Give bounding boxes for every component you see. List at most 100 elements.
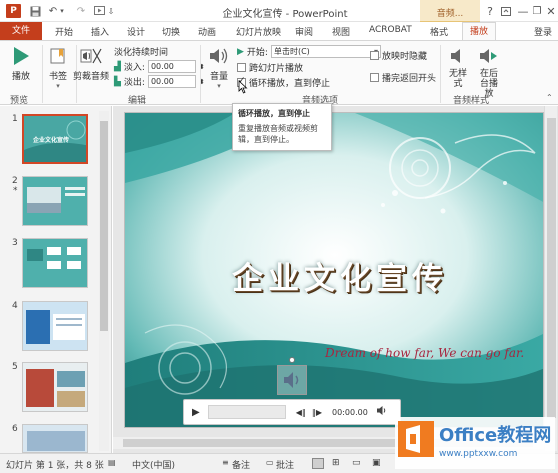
thumbnail-scrollbar[interactable]	[99, 111, 109, 451]
slide-thumbnail-pane: 1 企业文化宣传 2 * 3 4 5 6	[0, 106, 112, 453]
tab-slideshow[interactable]: 幻灯片放映	[236, 25, 281, 38]
slide-sorter-icon[interactable]: ⊞	[332, 458, 340, 468]
slide-thumbnail-3[interactable]	[22, 238, 88, 288]
seek-forward-icon[interactable]: ‖▶	[312, 408, 322, 417]
spelling-icon[interactable]: ▤	[108, 458, 116, 467]
reading-view-icon[interactable]: ▭	[352, 458, 361, 468]
ribbon-options-icon[interactable]	[498, 3, 514, 19]
ribbon-playback: 播放 预览 书签 ▾ 剪裁音频 淡化持续时间 ▟ 淡入: 00.00 ⬍ ▙ 淡…	[0, 40, 558, 127]
play-button[interactable]: 播放	[6, 45, 36, 82]
audio-tools-context-group: 音频...	[420, 0, 480, 22]
slide-number: 4	[12, 301, 18, 311]
slide-number: 5	[12, 362, 18, 372]
media-progress-track[interactable]	[207, 405, 286, 419]
audio-object[interactable]	[277, 357, 307, 395]
slide-thumbnail-2[interactable]	[22, 176, 88, 226]
tab-design[interactable]: 设计	[127, 25, 145, 38]
watermark-name: Office教程网	[439, 425, 552, 446]
play-across-slides-option[interactable]: 跨幻灯片播放	[237, 61, 303, 74]
slide-thumbnail-art	[23, 177, 87, 225]
trim-audio-button[interactable]: 剪裁音频	[72, 45, 110, 82]
play-in-background-button[interactable]: 在后台播放	[474, 45, 504, 99]
group-label-preview: 预览	[10, 96, 29, 106]
hide-during-show-checkbox[interactable]	[370, 51, 379, 60]
volume-icon	[208, 45, 230, 67]
slide-count: 幻灯片 第 1 张，共 8 张	[6, 461, 104, 471]
tab-playback[interactable]: 播放	[462, 22, 497, 41]
chevron-down-icon: ▾	[56, 82, 60, 90]
start-row: ▶ 开始: 单击时(C)	[237, 45, 381, 58]
sign-in-link[interactable]: 登录	[534, 25, 552, 38]
no-style-button[interactable]: 无样式	[443, 45, 473, 89]
slideshow-view-icon[interactable]: ▣	[372, 458, 381, 468]
chevron-down-icon: ▾	[217, 82, 221, 90]
help-button[interactable]: ?	[482, 3, 498, 19]
ribbon-tabs: 文件 开始 插入 设计 切换 动画 幻灯片放映 审阅 视图 ACROBAT 格式…	[0, 22, 558, 41]
tooltip: 循环播放，直到停止 重复播放音频或视频剪辑，直到停止。	[232, 103, 332, 151]
notes-button[interactable]: 备注	[232, 458, 250, 471]
slide-number: 3	[12, 238, 18, 248]
tab-insert[interactable]: 插入	[91, 25, 109, 38]
rewind-after-playing-checkbox[interactable]	[370, 73, 379, 82]
start-select[interactable]: 单击时(C)	[270, 45, 381, 58]
fade-in-input[interactable]: 00.00	[147, 60, 196, 73]
tab-review[interactable]: 审阅	[295, 25, 313, 38]
seek-back-icon[interactable]: ◀‖	[296, 408, 306, 417]
slide-thumbnail-6[interactable]	[22, 424, 88, 453]
slide-thumbnail-art	[23, 363, 87, 411]
bookmark-button[interactable]: 书签 ▾	[44, 45, 72, 90]
title-bar: P ↶ ▾ ↷ ⇩ 企业文化宣传 - PowerPoint 音频... ? — …	[0, 0, 558, 22]
tab-view[interactable]: 视图	[332, 25, 350, 38]
fade-out-input[interactable]: 00.00	[147, 75, 196, 88]
undo-dropdown-icon[interactable]: ▾	[58, 4, 66, 18]
customize-qat-icon[interactable]: ⇩	[104, 4, 118, 18]
tab-animations[interactable]: 动画	[198, 25, 216, 38]
slide-title[interactable]: 企业文化宣传	[195, 253, 485, 298]
slide-number: 6	[12, 424, 18, 434]
tab-home[interactable]: 开始	[55, 25, 73, 38]
audio-playback-bar: ▶ ◀‖ ‖▶ 00:00.00	[183, 399, 401, 425]
tab-file[interactable]: 文件	[0, 22, 42, 40]
slide-thumbnail-5[interactable]	[22, 362, 88, 412]
scrollbar-thumb[interactable]	[547, 118, 556, 418]
collapse-ribbon-icon[interactable]: ⌃	[546, 93, 553, 102]
rewind-after-playing-option[interactable]: 播完返回开头	[370, 71, 436, 84]
scrollbar-thumb[interactable]	[100, 121, 108, 331]
media-time: 00:00.00	[332, 407, 368, 417]
powerpoint-logo-icon: P	[6, 4, 21, 18]
play-icon	[10, 45, 32, 67]
slide-thumbnail-1[interactable]: 企业文化宣传	[22, 114, 88, 164]
rotate-handle[interactable]	[289, 357, 295, 363]
tab-transitions[interactable]: 切换	[162, 25, 180, 38]
fade-out-row: ▙ 淡出: 00.00 ⬍	[114, 75, 205, 88]
slide-subtitle[interactable]: Dream of how far, We can go far.	[325, 346, 543, 360]
slide-thumbnail-4[interactable]	[22, 301, 88, 351]
slide-number: 1	[12, 114, 18, 124]
hide-during-show-option[interactable]: 放映时隐藏	[370, 49, 427, 62]
tab-acrobat[interactable]: ACROBAT	[369, 25, 412, 35]
slide-canvas[interactable]: 企业文化宣传 Dream of how far, We can go far. …	[124, 112, 544, 428]
start-label: 开始:	[246, 48, 268, 58]
background-play-icon	[478, 45, 500, 67]
redo-icon[interactable]: ↷	[74, 4, 88, 18]
notes-icon[interactable]: ≡	[222, 458, 229, 467]
media-play-icon[interactable]: ▶	[192, 407, 200, 418]
loop-until-stopped-option[interactable]: 循环播放，直到停止	[237, 76, 330, 89]
editor-vertical-scrollbar[interactable]	[544, 106, 557, 451]
fade-duration-label: 淡化持续时间	[114, 48, 169, 58]
divider	[200, 45, 201, 103]
play-across-slides-checkbox[interactable]	[237, 63, 246, 72]
comments-icon[interactable]: ▭	[266, 458, 274, 467]
divider	[440, 45, 441, 103]
normal-view-icon[interactable]	[312, 458, 324, 469]
save-icon[interactable]	[28, 4, 42, 18]
close-button[interactable]: ✕	[543, 3, 558, 19]
group-label-audio-styles: 音频样式	[453, 96, 490, 106]
comments-button[interactable]: 批注	[276, 458, 294, 471]
volume-button[interactable]: 音量 ▾	[205, 45, 233, 90]
tab-format[interactable]: 格式	[430, 25, 448, 38]
language-status[interactable]: 中文(中国)	[132, 458, 175, 471]
office-logo-icon	[398, 421, 434, 457]
media-volume-icon[interactable]	[376, 405, 388, 419]
tooltip-body: 重复播放音频或视频剪辑，直到停止。	[238, 124, 318, 144]
